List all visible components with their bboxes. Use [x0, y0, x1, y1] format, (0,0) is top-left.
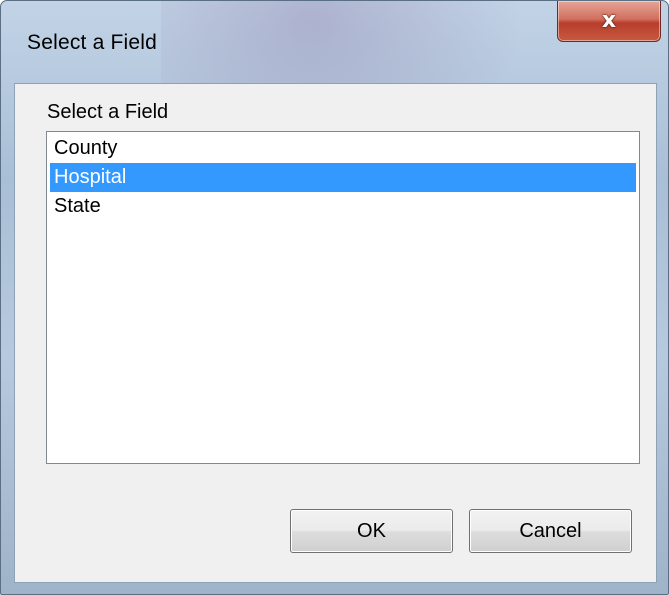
cancel-button[interactable]: Cancel: [469, 509, 632, 553]
list-item-hospital[interactable]: Hospital: [50, 163, 636, 192]
close-icon: x: [601, 8, 617, 33]
title-bar[interactable]: Select a Field x: [1, 1, 668, 83]
field-list-label: Select a Field: [47, 101, 169, 123]
field-listbox[interactable]: County Hospital State: [46, 131, 640, 464]
ok-button[interactable]: OK: [290, 509, 453, 553]
close-button[interactable]: x: [557, 1, 661, 42]
dialog-window: Select a Field x Select a Field County H…: [0, 0, 669, 595]
list-item-county[interactable]: County: [50, 134, 636, 163]
dialog-body: Select a Field County Hospital State OK …: [14, 83, 657, 583]
list-item-state[interactable]: State: [50, 192, 636, 221]
window-title: Select a Field: [27, 31, 158, 54]
